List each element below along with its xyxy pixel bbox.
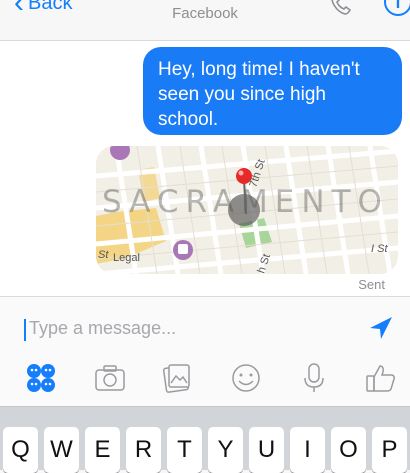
key-w[interactable]: W xyxy=(44,427,79,473)
location-map-attachment[interactable]: SACRAMENTO St Legal I St 7th St h St xyxy=(96,146,398,274)
navigation-bar: ‹ Back Facebook i xyxy=(0,0,410,41)
key-e[interactable]: E xyxy=(85,427,120,473)
phone-icon[interactable] xyxy=(328,0,354,18)
composer: Type a message... xyxy=(0,296,410,407)
key-i[interactable]: I xyxy=(290,427,325,473)
map-street-label: Legal xyxy=(113,252,140,264)
send-location-icon[interactable] xyxy=(368,315,394,341)
emoji-icon[interactable] xyxy=(229,361,263,395)
message-text: Hey, long time! I haven't seen you since… xyxy=(158,59,360,130)
message-input[interactable]: Type a message... xyxy=(29,318,176,339)
microphone-icon[interactable] xyxy=(297,361,331,395)
key-o[interactable]: O xyxy=(331,427,366,473)
like-icon[interactable] xyxy=(364,361,398,395)
map-image: SACRAMENTO St Legal I St 7th St h St xyxy=(96,146,398,274)
gallery-icon[interactable] xyxy=(160,361,194,395)
keyboard: Q W E R T Y U I O P xyxy=(0,406,410,473)
key-t[interactable]: T xyxy=(167,427,202,473)
outgoing-message-bubble[interactable]: Hey, long time! I haven't seen you since… xyxy=(143,47,402,135)
delivery-status: Sent xyxy=(358,277,385,292)
camera-icon[interactable] xyxy=(93,361,127,395)
stickers-icon[interactable] xyxy=(24,361,58,395)
conversation-area: Hey, long time! I haven't seen you since… xyxy=(0,41,410,296)
key-y[interactable]: Y xyxy=(208,427,243,473)
key-q[interactable]: Q xyxy=(3,427,38,473)
text-cursor xyxy=(24,319,26,341)
map-street-label: St xyxy=(98,249,109,261)
key-r[interactable]: R xyxy=(126,427,161,473)
key-u[interactable]: U xyxy=(249,427,284,473)
key-p[interactable]: P xyxy=(372,427,407,473)
composer-toolbar xyxy=(0,357,410,397)
map-street-label: I St xyxy=(371,243,388,255)
